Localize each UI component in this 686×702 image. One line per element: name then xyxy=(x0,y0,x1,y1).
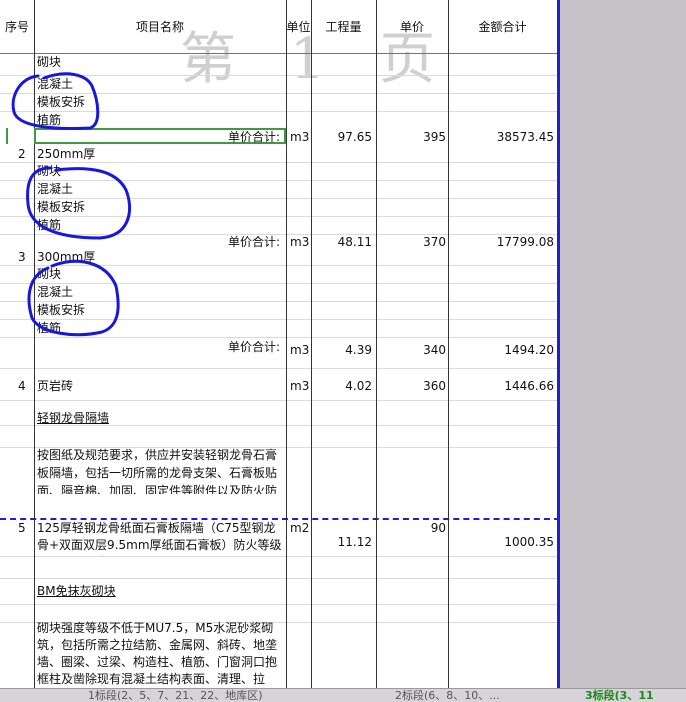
sheet-tab-bar: 1标段(2、5、7、21、22、地库区) 2标段(6、8、10、... 3标段(… xyxy=(0,688,686,702)
sheet-tab-3[interactable]: 3标段(3、11 xyxy=(585,690,654,702)
annotation-circles xyxy=(11,72,131,337)
annotation-circle-3 xyxy=(27,259,120,337)
sheet-tab-2[interactable]: 2标段(6、8、10、... xyxy=(395,690,500,702)
annotation-circle-1 xyxy=(11,72,100,130)
annotation-circle-2 xyxy=(26,166,131,240)
sheet-tab-1[interactable]: 1标段(2、5、7、21、22、地库区) xyxy=(88,690,263,702)
spreadsheet-sheet[interactable]: 第 1 页 序号 项目名称 单位 工程量 单价 金额合计 砌块 混凝土 模板安拆… xyxy=(0,0,560,688)
